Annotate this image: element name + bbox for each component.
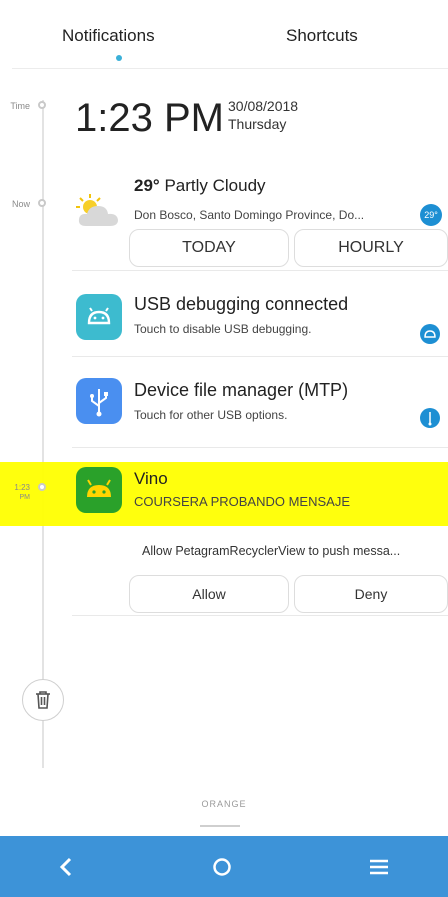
hourly-button[interactable]: HOURLY	[294, 229, 448, 267]
menu-button[interactable]	[349, 836, 409, 897]
timeline-event-time: 1:23	[14, 483, 30, 492]
usb-icon	[76, 378, 122, 424]
clock-weekday: Thursday	[228, 116, 287, 132]
allow-button[interactable]: Allow	[129, 575, 289, 613]
weather-temperature: 29°	[134, 176, 160, 195]
clock-time: 1:23 PM	[75, 96, 224, 140]
notification-title: Vino	[134, 469, 168, 488]
timeline-dot	[38, 199, 46, 207]
deny-button[interactable]: Deny	[294, 575, 448, 613]
back-arrow-icon	[59, 857, 72, 876]
weather-location: Don Bosco, Santo Domingo Province, Do...	[134, 208, 365, 222]
home-button[interactable]	[192, 836, 252, 897]
tab-bar: Notifications Shortcuts	[0, 0, 448, 69]
weather-card[interactable]: 29° Partly Cloudy Don Bosco, Santo Domin…	[72, 164, 448, 271]
timeline-dot	[38, 483, 46, 491]
timeline-time-label: Time	[10, 101, 30, 111]
notification-file-manager[interactable]: Device file manager (MTP) Touch for othe…	[72, 356, 448, 448]
notification-subtitle: Touch for other USB options.	[134, 408, 288, 422]
timeline-event-ampm: PM	[19, 494, 31, 501]
today-button[interactable]: TODAY	[129, 229, 289, 267]
notification-title: Device file manager (MTP)	[134, 380, 349, 400]
clock-date-value: 30/08/2018	[228, 98, 299, 114]
back-button[interactable]	[36, 836, 96, 897]
notification-subtitle: COURSERA PROBANDO MENSAJE	[134, 494, 350, 509]
trash-icon	[36, 691, 50, 709]
navigation-bar	[0, 836, 448, 897]
tab-shortcuts[interactable]: Shortcuts	[286, 26, 358, 46]
tab-divider	[12, 68, 448, 69]
clock-date: 30/08/2018 Thursday	[228, 97, 298, 133]
weather-badge-icon: 29°	[420, 204, 442, 226]
menu-icon	[370, 859, 388, 874]
weather-summary: 29° Partly Cloudy	[134, 176, 266, 196]
tab-notifications[interactable]: Notifications	[62, 26, 155, 46]
weather-condition: Partly Cloudy	[164, 176, 266, 195]
drag-handle[interactable]	[200, 825, 240, 827]
timeline-dot	[38, 101, 46, 109]
android-icon	[76, 294, 122, 340]
partly-cloudy-icon	[74, 192, 124, 233]
android-small-icon	[420, 324, 440, 344]
timeline-now-label: Now	[11, 199, 30, 209]
active-tab-indicator	[116, 55, 122, 61]
usb-small-icon	[420, 408, 440, 428]
notification-vino[interactable]: Vino COURSERA PROBANDO MENSAJE Allow Pet…	[72, 447, 448, 616]
notification-usb-debugging[interactable]: USB debugging connected Touch to disable…	[72, 270, 448, 357]
carrier-label: ORANGE	[201, 799, 247, 809]
clear-all-button[interactable]	[22, 679, 64, 721]
permission-text: Allow PetagramRecyclerView to push messa…	[142, 544, 401, 558]
notification-title: USB debugging connected	[134, 294, 349, 314]
home-circle-icon	[213, 857, 231, 876]
notification-subtitle: Touch to disable USB debugging.	[134, 322, 312, 336]
android-icon	[76, 467, 122, 513]
